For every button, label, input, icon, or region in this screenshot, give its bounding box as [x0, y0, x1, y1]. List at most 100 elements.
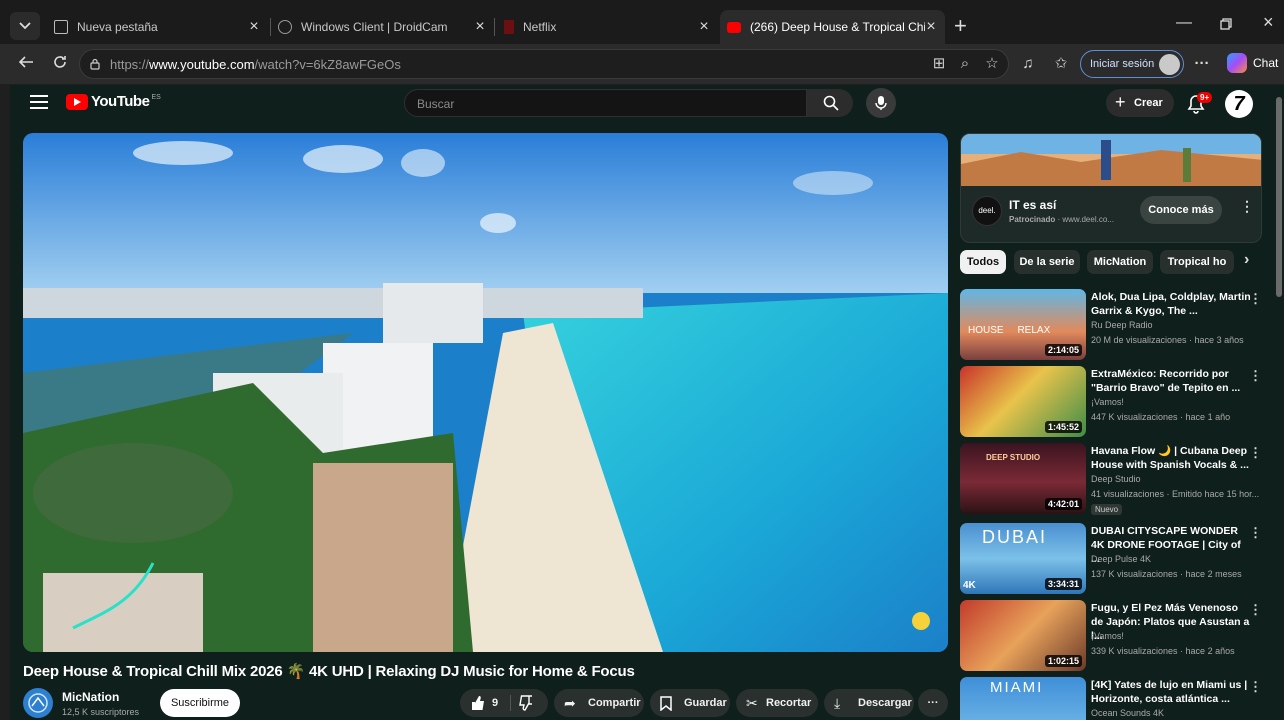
- tab-divider: [494, 18, 495, 36]
- tab-label: Nueva pestaña: [77, 20, 158, 34]
- more-vertical-icon[interactable]: ⋮: [1249, 525, 1262, 541]
- chevron-right-icon[interactable]: ›: [1244, 251, 1249, 269]
- clip-button[interactable]: ✂ Recortar: [736, 689, 818, 717]
- subscribe-button[interactable]: Suscribirme: [160, 689, 240, 717]
- url-field[interactable]: https://www.youtube.com/watch?v=6kZ8awFG…: [79, 49, 1009, 79]
- list-item[interactable]: DEEP STUDIO 4:42:01 Havana Flow 🌙 | Cuba…: [960, 443, 1262, 515]
- create-button[interactable]: + Crear: [1106, 89, 1174, 117]
- video-thumbnail[interactable]: HOUSE RELAX 2:14:05: [960, 289, 1086, 360]
- more-vertical-icon[interactable]: ⋮: [1249, 291, 1262, 307]
- ad-sponsor-line: Patrocinado · www.deel.co...: [1009, 215, 1114, 224]
- save-button[interactable]: Guardar: [650, 689, 730, 717]
- advertiser-logo: deel.: [972, 196, 1002, 226]
- restore-button[interactable]: [1220, 17, 1232, 35]
- favorite-star-icon[interactable]: ☆: [983, 55, 1001, 73]
- share-button[interactable]: ➦ Compartir: [554, 689, 644, 717]
- reload-button[interactable]: [48, 52, 72, 76]
- search-button[interactable]: [807, 89, 853, 117]
- signin-button[interactable]: Iniciar sesión: [1080, 50, 1184, 78]
- video-thumbnail[interactable]: DEEP STUDIO 4:42:01: [960, 443, 1086, 514]
- scissors-icon: ✂: [746, 695, 758, 711]
- close-icon[interactable]: ×: [696, 19, 712, 35]
- more-vertical-icon[interactable]: ⋮: [1249, 368, 1262, 384]
- rec-channel: Deep Studio: [1091, 474, 1141, 484]
- duration-badge: 2:14:05: [1044, 344, 1082, 356]
- more-vertical-icon[interactable]: ⋮: [1249, 602, 1262, 618]
- video-thumbnail[interactable]: DUBAI 4K 3:34:31: [960, 523, 1086, 594]
- tab-youtube[interactable]: (266) Deep House & Tropical Chill ×: [720, 10, 945, 44]
- close-icon[interactable]: ×: [923, 19, 939, 35]
- app-available-icon[interactable]: ⊞: [930, 55, 948, 73]
- ad-banner-image: [961, 134, 1261, 186]
- video-player[interactable]: [23, 133, 948, 652]
- signin-label: Iniciar sesión: [1090, 58, 1155, 70]
- more-vertical-icon[interactable]: ⋮: [1249, 679, 1262, 695]
- rec-channel: Deep Pulse 4K: [1091, 554, 1152, 564]
- menu-icon[interactable]: [30, 95, 48, 109]
- dislike-button[interactable]: [518, 689, 534, 720]
- more-actions-button[interactable]: ···: [918, 689, 948, 717]
- chip-channel[interactable]: MicNation: [1087, 250, 1153, 274]
- video-thumbnail[interactable]: 1:02:15: [960, 600, 1086, 671]
- list-item[interactable]: HOUSE RELAX 2:14:05 Alok, Dua Lipa, Cold…: [960, 289, 1262, 361]
- minimize-button[interactable]: —: [1176, 14, 1192, 32]
- more-options-icon[interactable]: ···: [1192, 54, 1212, 74]
- url-text: https://www.youtube.com/watch?v=6kZ8awFG…: [110, 57, 401, 72]
- list-item[interactable]: MIAMI [4K] Yates de lujo en Miami us | H…: [960, 677, 1262, 720]
- chat-label: Chat: [1253, 56, 1279, 70]
- more-vertical-icon[interactable]: ⋮: [1240, 198, 1254, 215]
- rec-title: ExtraMéxico: Recorrido por "Barrio Bravo…: [1091, 368, 1241, 394]
- create-label: Crear: [1134, 97, 1163, 109]
- chip-tropical[interactable]: Tropical ho: [1160, 250, 1234, 274]
- chip-all[interactable]: Todos: [960, 250, 1006, 274]
- rec-meta: 339 K visualizaciones · hace 2 años: [1091, 646, 1235, 656]
- more-horizontal-icon: ···: [927, 697, 939, 709]
- back-button[interactable]: [14, 52, 38, 76]
- more-vertical-icon[interactable]: ⋮: [1249, 445, 1262, 461]
- ad-title: IT es así: [1009, 198, 1057, 212]
- rec-channel: Ru Deep Radio: [1091, 320, 1153, 330]
- thumbnail-text: MIAMI: [990, 679, 1044, 696]
- favorites-icon[interactable]: ✩: [1051, 54, 1071, 74]
- copilot-chat-button[interactable]: Chat: [1227, 53, 1278, 73]
- rec-title: Havana Flow 🌙 | Cubana Deep House with S…: [1091, 445, 1249, 471]
- search-input[interactable]: Buscar: [404, 89, 807, 117]
- video-thumbnail[interactable]: MIAMI: [960, 677, 1086, 720]
- tab-new-tab[interactable]: Nueva pestaña ×: [46, 10, 268, 44]
- thumbs-down-icon: [519, 695, 532, 711]
- zoom-icon[interactable]: ⌕: [956, 55, 974, 73]
- close-icon[interactable]: ×: [246, 19, 262, 35]
- rec-channel: ¡Vamos!: [1091, 631, 1124, 641]
- list-item[interactable]: 1:45:52 ExtraMéxico: Recorrido por "Barr…: [960, 366, 1262, 438]
- rec-title: Alok, Dua Lipa, Coldplay, Martin Garrix …: [1091, 291, 1251, 317]
- channel-name[interactable]: MicNation: [62, 690, 119, 704]
- youtube-logo[interactable]: YouTube ES: [66, 93, 161, 110]
- page-scrollbar[interactable]: [1276, 97, 1282, 697]
- video-frame-beach: [23, 133, 948, 652]
- page-viewport: YouTube ES Buscar + Crear 9+ 7 Deep Hous…: [10, 85, 1284, 720]
- list-item[interactable]: 1:02:15 Fugu, y El Pez Más Venenoso de J…: [960, 600, 1262, 672]
- download-button[interactable]: ⤓ Descargar: [824, 689, 914, 717]
- tab-actions-button[interactable]: [10, 12, 40, 40]
- close-icon[interactable]: ×: [472, 19, 488, 35]
- tab-droidcam[interactable]: Windows Client | DroidCam ×: [272, 10, 494, 44]
- rec-title: [4K] Yates de lujo en Miami us | Horizon…: [1091, 679, 1248, 705]
- voice-search-button[interactable]: [866, 88, 896, 118]
- lock-icon: [90, 58, 100, 70]
- ad-domain: · www.deel.co...: [1057, 215, 1114, 224]
- ad-cta-button[interactable]: Conoce más: [1140, 196, 1222, 224]
- new-tab-button[interactable]: +: [954, 15, 967, 37]
- chip-series[interactable]: De la serie: [1014, 250, 1080, 274]
- sponsored-ad[interactable]: deel. IT es así Patrocinado · www.deel.c…: [960, 133, 1262, 243]
- tab-netflix[interactable]: Netflix ×: [496, 10, 718, 44]
- account-avatar[interactable]: 7: [1225, 90, 1253, 118]
- channel-avatar[interactable]: [23, 688, 53, 718]
- thumbnail-text: DEEP STUDIO: [986, 453, 1041, 462]
- scrollbar-thumb[interactable]: [1276, 97, 1282, 297]
- video-thumbnail[interactable]: 1:45:52: [960, 366, 1086, 437]
- like-button[interactable]: [470, 689, 486, 720]
- window-close-button[interactable]: ×: [1263, 12, 1274, 33]
- list-item[interactable]: DUBAI 4K 3:34:31 DUBAI CITYSCAPE WONDER …: [960, 523, 1262, 595]
- read-aloud-icon[interactable]: ♫: [1018, 54, 1038, 74]
- video-title: Deep House & Tropical Chill Mix 2026 🌴 4…: [23, 663, 635, 680]
